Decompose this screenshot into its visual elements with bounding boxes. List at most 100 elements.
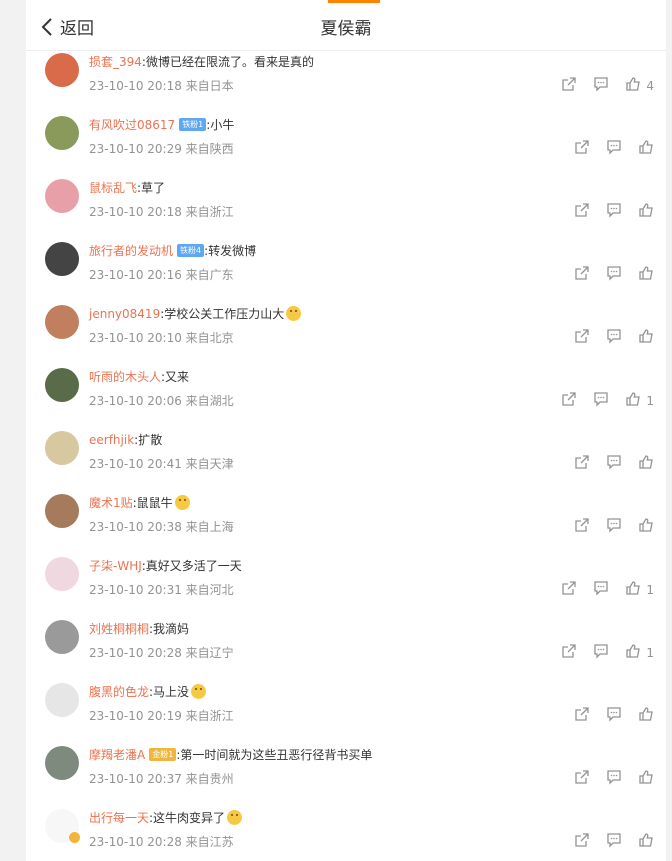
like-count: 1 [646, 582, 654, 597]
share-button[interactable] [574, 832, 590, 851]
reply-button[interactable] [606, 139, 622, 158]
thumbs-up-icon [638, 517, 654, 536]
comment-actions [558, 454, 654, 473]
like-button[interactable]: 1 [625, 391, 654, 410]
comment-actions [558, 517, 654, 536]
like-button[interactable] [638, 202, 654, 221]
avatar[interactable] [45, 116, 79, 150]
reply-button[interactable] [606, 517, 622, 536]
comment-icon [593, 580, 609, 599]
comment-text: :我滴妈 [149, 622, 190, 636]
reply-button[interactable] [593, 391, 609, 410]
avatar[interactable] [45, 53, 79, 87]
comment-line: 旅行者的发动机 铁粉4 :转发微博 [89, 242, 256, 259]
fan-badge: 铁粉1 [179, 118, 207, 131]
like-button[interactable]: 1 [625, 580, 654, 599]
comment-row: 腹黑的色龙 :马上没 23-10-10 20:19 来自浙江 [26, 680, 666, 743]
share-icon [574, 454, 590, 473]
avatar[interactable] [45, 746, 79, 780]
like-button[interactable]: 1 [625, 643, 654, 662]
username-link[interactable]: eerfhjik [89, 433, 134, 447]
like-button[interactable] [638, 328, 654, 347]
reply-button[interactable] [606, 265, 622, 284]
share-button[interactable] [574, 706, 590, 725]
username-link[interactable]: 损套_394 [89, 53, 142, 70]
like-button[interactable] [638, 139, 654, 158]
avatar[interactable] [45, 620, 79, 654]
comment-text: :草了 [137, 181, 166, 195]
share-button[interactable] [574, 454, 590, 473]
share-button[interactable] [574, 139, 590, 158]
avatar[interactable] [45, 179, 79, 213]
comment-meta: 23-10-10 20:06 来自湖北 [89, 394, 234, 408]
comment-text: :又来 [161, 370, 190, 384]
username-link[interactable]: jenny08419 [89, 307, 160, 321]
comment-meta: 23-10-10 20:28 来自辽宁 [89, 646, 234, 660]
reply-button[interactable] [606, 706, 622, 725]
like-button[interactable] [638, 832, 654, 851]
like-button[interactable] [638, 454, 654, 473]
avatar[interactable] [45, 305, 79, 339]
reply-button[interactable] [606, 769, 622, 788]
comment-line: 摩羯老潘A 金粉1 :第一时间就为这些丑恶行径背书买单 [89, 746, 372, 763]
like-button[interactable]: 4 [625, 76, 654, 95]
fan-badge: 铁粉4 [177, 244, 205, 257]
reply-button[interactable] [593, 643, 609, 662]
reply-button[interactable] [606, 328, 622, 347]
comment-meta: 23-10-10 20:41 来自天津 [89, 457, 234, 471]
share-button[interactable] [574, 328, 590, 347]
comments-panel: 返回 夏侯霸 损套_394 :微博已经在限流了。看来是真的 23-10-10 2… [26, 0, 666, 861]
avatar[interactable] [45, 431, 79, 465]
username-link[interactable]: 听雨的木头人 [89, 368, 161, 385]
avatar[interactable] [45, 494, 79, 528]
share-button[interactable] [574, 517, 590, 536]
comment-text: :扩散 [134, 433, 163, 447]
like-button[interactable] [638, 517, 654, 536]
comment-row: 摩羯老潘A 金粉1 :第一时间就为这些丑恶行径背书买单 23-10-10 20:… [26, 743, 666, 806]
reply-button[interactable] [593, 580, 609, 599]
comment-actions [558, 139, 654, 158]
username-link[interactable]: 刘姓桐桐桐 [89, 620, 149, 637]
like-button[interactable] [638, 265, 654, 284]
avatar[interactable] [45, 368, 79, 402]
comment-meta: 23-10-10 20:10 来自北京 [89, 331, 234, 345]
comment-line: 有风吹过08617 铁粉1 :小牛 [89, 116, 234, 133]
share-icon [561, 580, 577, 599]
share-button[interactable] [561, 76, 577, 95]
username-link[interactable]: 出行每一天 [89, 809, 149, 826]
avatar[interactable] [45, 242, 79, 276]
username-link[interactable]: 鼠标乱飞 [89, 179, 137, 196]
comment-meta: 23-10-10 20:18 来自日本 [89, 79, 234, 93]
comment-actions: 1 [545, 643, 654, 662]
comment-meta: 23-10-10 20:28 来自江苏 [89, 835, 234, 849]
share-button[interactable] [561, 643, 577, 662]
avatar[interactable] [45, 557, 79, 591]
comment-actions [558, 832, 654, 851]
like-button[interactable] [638, 769, 654, 788]
username-link[interactable]: 有风吹过08617 [89, 116, 175, 133]
share-button[interactable] [574, 769, 590, 788]
share-button[interactable] [574, 202, 590, 221]
comment-text: :真好又多活了一天 [141, 559, 242, 573]
thumbs-up-icon [625, 580, 641, 599]
comment-line: 腹黑的色龙 :马上没 [89, 683, 207, 700]
reply-button[interactable] [593, 76, 609, 95]
comment-text: :马上没 [149, 685, 190, 699]
username-link[interactable]: 魔术1贴 [89, 494, 133, 511]
username-link[interactable]: 摩羯老潘A [89, 746, 145, 763]
username-link[interactable]: 旅行者的发动机 [89, 242, 173, 259]
share-button[interactable] [561, 391, 577, 410]
share-button[interactable] [561, 580, 577, 599]
share-button[interactable] [574, 265, 590, 284]
like-button[interactable] [638, 706, 654, 725]
comment-icon [593, 643, 609, 662]
username-link[interactable]: 子柒-WHJ [89, 557, 142, 574]
username-link[interactable]: 腹黑的色龙 [89, 683, 149, 700]
avatar[interactable] [45, 683, 79, 717]
comment-actions [558, 328, 654, 347]
comment-meta: 23-10-10 20:37 来自贵州 [89, 772, 234, 786]
reply-button[interactable] [606, 454, 622, 473]
reply-button[interactable] [606, 202, 622, 221]
comment-meta: 23-10-10 20:19 来自浙江 [89, 709, 234, 723]
reply-button[interactable] [606, 832, 622, 851]
